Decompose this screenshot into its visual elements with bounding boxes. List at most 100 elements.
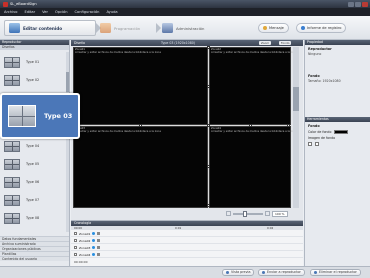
layout-editor-header: Diseño Type 03 (1920x1080) Zoom Fondo [71,40,303,46]
layout-panel: Reproductor Diseños Type 01 Type 02 Type… [0,40,70,266]
layout-list-scrollbar[interactable] [66,52,69,232]
layout-thumbnail-icon [8,105,36,127]
layout-item-type-01[interactable]: Type 01 [4,56,64,68]
visibility-icon[interactable] [92,239,96,242]
zone-2[interactable]: Zona02 Arrastrar y soltar archivos de me… [209,47,297,125]
delete-player-button[interactable]: Eliminar el reproductor [310,269,361,276]
row-checkbox[interactable] [74,246,77,249]
layout-item-type-08[interactable]: Type 08 [4,212,64,224]
bg-color-swatch[interactable] [334,130,349,134]
resize-handle[interactable] [249,124,252,127]
step-edit-content[interactable]: Editar contenido [4,20,96,36]
menu-ver[interactable]: Ver [42,10,48,14]
player-section: Reproductor Ninguno [305,45,370,58]
menu-ayuda[interactable]: Ayuda [106,10,117,14]
zone-1[interactable]: Zona01 Arrastrar y soltar archivos de me… [73,47,208,125]
layout-editor-title: Type 03 (1920x1080) [161,41,195,45]
zoom-out-button[interactable] [226,211,231,216]
zone-drop-hint: Arrastrar y soltar archivos de medios de… [75,51,161,54]
log-report-button[interactable]: Informe de registro [296,23,347,33]
zoom-button[interactable]: Zoom [259,40,272,46]
layout-item-type-05[interactable]: Type 05 [4,158,64,170]
lock-icon[interactable] [97,232,101,235]
canvas-size-label: Tamaño: 1920x1080 [308,79,341,83]
background-section: Fondo Color de fondo Imagen de fondo [305,122,370,148]
preview-button[interactable]: Vista previa [222,269,255,276]
layout-editor: Diseño Type 03 (1920x1080) Zoom Fondo Zo… [71,40,303,220]
layout-list: Type 01 Type 02 Type 03 Type 04 Type 05 … [2,52,66,232]
zone-drop-hint: Arrastrar y soltar archivos de medios de… [211,51,297,54]
menu-editar[interactable]: Editar [24,10,35,14]
title-bar: SL_eBoardSign [0,0,370,8]
close-button[interactable] [362,1,368,7]
timeline-row-zona04[interactable]: Zona04 [71,252,303,258]
lock-icon[interactable] [97,253,101,256]
maximize-button[interactable] [355,1,361,7]
bg-color-label: Color de fondo [308,130,332,134]
ruler-tick: 0:01 [175,226,182,230]
preview-icon [226,271,229,274]
timeline-ruler[interactable]: 00:00 0:01 0:02 [71,226,303,230]
message-label: Mensaje [269,26,284,30]
menu-archivo[interactable]: Archivo [4,10,17,14]
step-administration[interactable]: Administración [162,20,232,36]
visibility-icon[interactable] [92,246,96,249]
layout-item-type-04[interactable]: Type 04 [4,140,64,152]
schedule-icon [100,23,111,33]
row-checkbox[interactable] [74,253,77,256]
layout-thumbnail-icon [4,56,20,68]
layout-item-type-02[interactable]: Type 02 [4,74,64,86]
zoom-value[interactable]: 100 % [272,210,288,217]
bg-color-row: Color de fondo [308,130,367,134]
resize-handle[interactable] [139,124,142,127]
timeline-panel: Cronología 00:00 0:01 0:02 Zona01 Zona02… [71,220,303,266]
zoom-in-button[interactable] [265,211,270,216]
visibility-icon[interactable] [92,232,96,235]
zone-divider-horizontal[interactable] [73,125,291,126]
layout-item-type-06[interactable]: Type 06 [4,176,64,188]
section-user-content[interactable]: Contenido del usuario [0,256,69,261]
resize-handle[interactable] [207,165,210,168]
background-button[interactable]: Fondo [279,40,292,46]
zoom-slider[interactable] [233,210,263,217]
message-icon [263,26,267,30]
lock-icon[interactable] [97,239,101,242]
toolbar: Editar contenido Programación Administra… [0,16,370,40]
bg-image-checkbox[interactable] [308,142,312,146]
timeline-row-zona01[interactable]: Zona01 [71,231,303,237]
canvas-scrollbar[interactable] [293,47,299,208]
step-schedule[interactable]: Programación [100,20,160,36]
zone-3[interactable]: Zona03 Arrastrar y soltar archivos de me… [73,126,208,208]
zone-divider-vertical[interactable] [208,47,209,208]
send-to-player-button[interactable]: Enviar a reproductor [258,269,305,276]
menu-configuracion[interactable]: Configuración [75,10,100,14]
resize-handle[interactable] [207,204,210,207]
menu-opcion[interactable]: Opción [55,10,68,14]
resize-handle[interactable] [207,124,210,127]
layout-item-label: Type 06 [26,180,40,184]
lock-icon[interactable] [97,246,101,249]
layout-item-type-07[interactable]: Type 07 [4,194,64,206]
selected-layout-highlight[interactable]: Type 03 [0,93,80,139]
scrollbar-thumb[interactable] [66,72,69,92]
ruler-tick: 0:02 [267,226,274,230]
zoom-slider-knob[interactable] [243,210,247,217]
row-checkbox[interactable] [74,232,77,235]
resize-handle[interactable] [207,85,210,88]
resize-handle[interactable] [287,124,290,127]
layout-item-label: Type 05 [26,162,40,166]
visibility-icon[interactable] [92,253,96,256]
zone-4[interactable]: Zona04 Arrastrar y soltar archivos de me… [209,126,297,208]
scrollbar-thumb[interactable] [293,87,299,111]
layout-thumbnail-icon [4,74,20,86]
row-checkbox[interactable] [74,239,77,242]
timeline-row-zona03[interactable]: Zona03 [71,245,303,251]
message-button[interactable]: Mensaje [258,23,289,33]
minimize-button[interactable] [348,1,354,7]
bg-image-browse-button[interactable] [315,142,319,146]
layout-canvas[interactable]: Zona01 Arrastrar y soltar archivos de me… [72,46,297,208]
layout-item-label: Type 04 [26,144,40,148]
resize-handle[interactable] [207,46,210,49]
log-report-label: Informe de registro [307,26,342,30]
timeline-row-zona02[interactable]: Zona02 [71,238,303,244]
